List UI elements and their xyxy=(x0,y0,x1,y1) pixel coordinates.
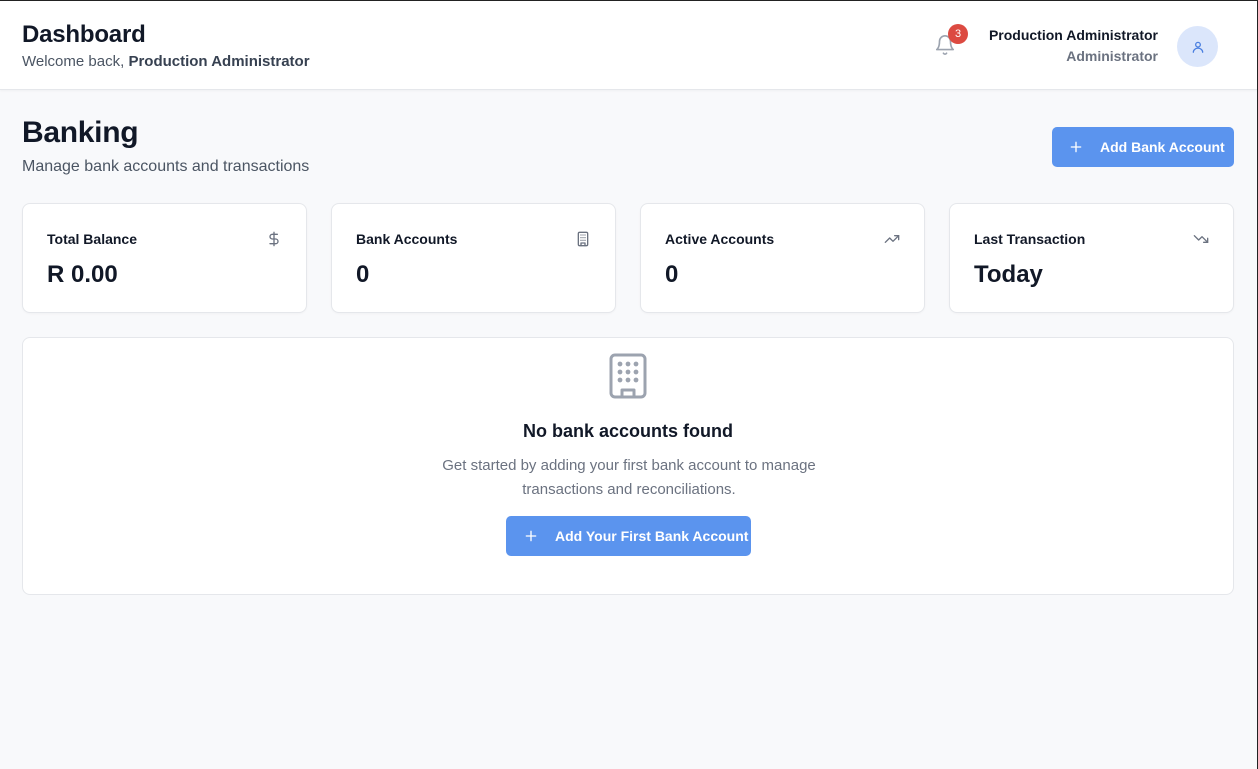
app-window: Dashboard Welcome back, Production Admin… xyxy=(0,0,1258,769)
building-icon xyxy=(577,231,589,247)
stat-value: 0 xyxy=(665,261,679,288)
stat-label: Bank Accounts xyxy=(356,231,458,247)
empty-state-description: Get started by adding your first bank ac… xyxy=(442,457,816,498)
notification-badge[interactable]: 3 xyxy=(948,24,968,44)
user-icon xyxy=(1192,41,1203,53)
welcome-prefix: Welcome back, xyxy=(22,53,129,70)
add-first-bank-account-label: Add Your First Bank Account xyxy=(555,528,749,544)
stat-label: Active Accounts xyxy=(665,231,775,247)
stat-card-bank-accounts: Bank Accounts 0 xyxy=(331,203,616,313)
add-bank-account-button[interactable]: Add Bank Account xyxy=(1052,127,1234,167)
plus-icon xyxy=(1070,141,1082,153)
stat-card-last-transaction: Last Transaction Today xyxy=(949,203,1234,313)
welcome-message: Welcome back, Production Administrator xyxy=(22,53,310,70)
stat-label: Total Balance xyxy=(47,231,137,247)
page-subtitle: Manage bank accounts and transactions xyxy=(22,158,310,175)
plus-icon xyxy=(525,530,537,542)
add-first-bank-account-button[interactable]: Add Your First Bank Account xyxy=(506,516,751,556)
top-header: Dashboard Welcome back, Production Admin… xyxy=(0,1,1257,90)
stat-value: R 0.00 xyxy=(47,261,118,288)
user-role: Administrator xyxy=(1066,48,1158,64)
stat-label: Last Transaction xyxy=(974,231,1086,247)
add-bank-account-label: Add Bank Account xyxy=(1100,139,1225,155)
user-name: Production Administrator xyxy=(988,27,1158,43)
stat-card-total-balance: Total Balance R 0.00 xyxy=(22,203,307,313)
trending-down-icon xyxy=(1193,235,1209,243)
empty-state-panel: No bank accounts found Get started by ad… xyxy=(22,337,1234,595)
page-title: Banking xyxy=(22,116,139,149)
stat-value: 0 xyxy=(356,261,370,288)
empty-state-title: No bank accounts found xyxy=(522,421,733,441)
avatar[interactable] xyxy=(1177,26,1218,67)
welcome-user-name: Production Administrator xyxy=(128,53,310,70)
dollar-icon xyxy=(269,231,279,247)
stat-value: Today xyxy=(974,261,1043,288)
building-icon xyxy=(609,353,647,399)
stat-card-active-accounts: Active Accounts 0 xyxy=(640,203,925,313)
trending-up-icon xyxy=(884,235,900,243)
header-title: Dashboard xyxy=(22,21,146,48)
